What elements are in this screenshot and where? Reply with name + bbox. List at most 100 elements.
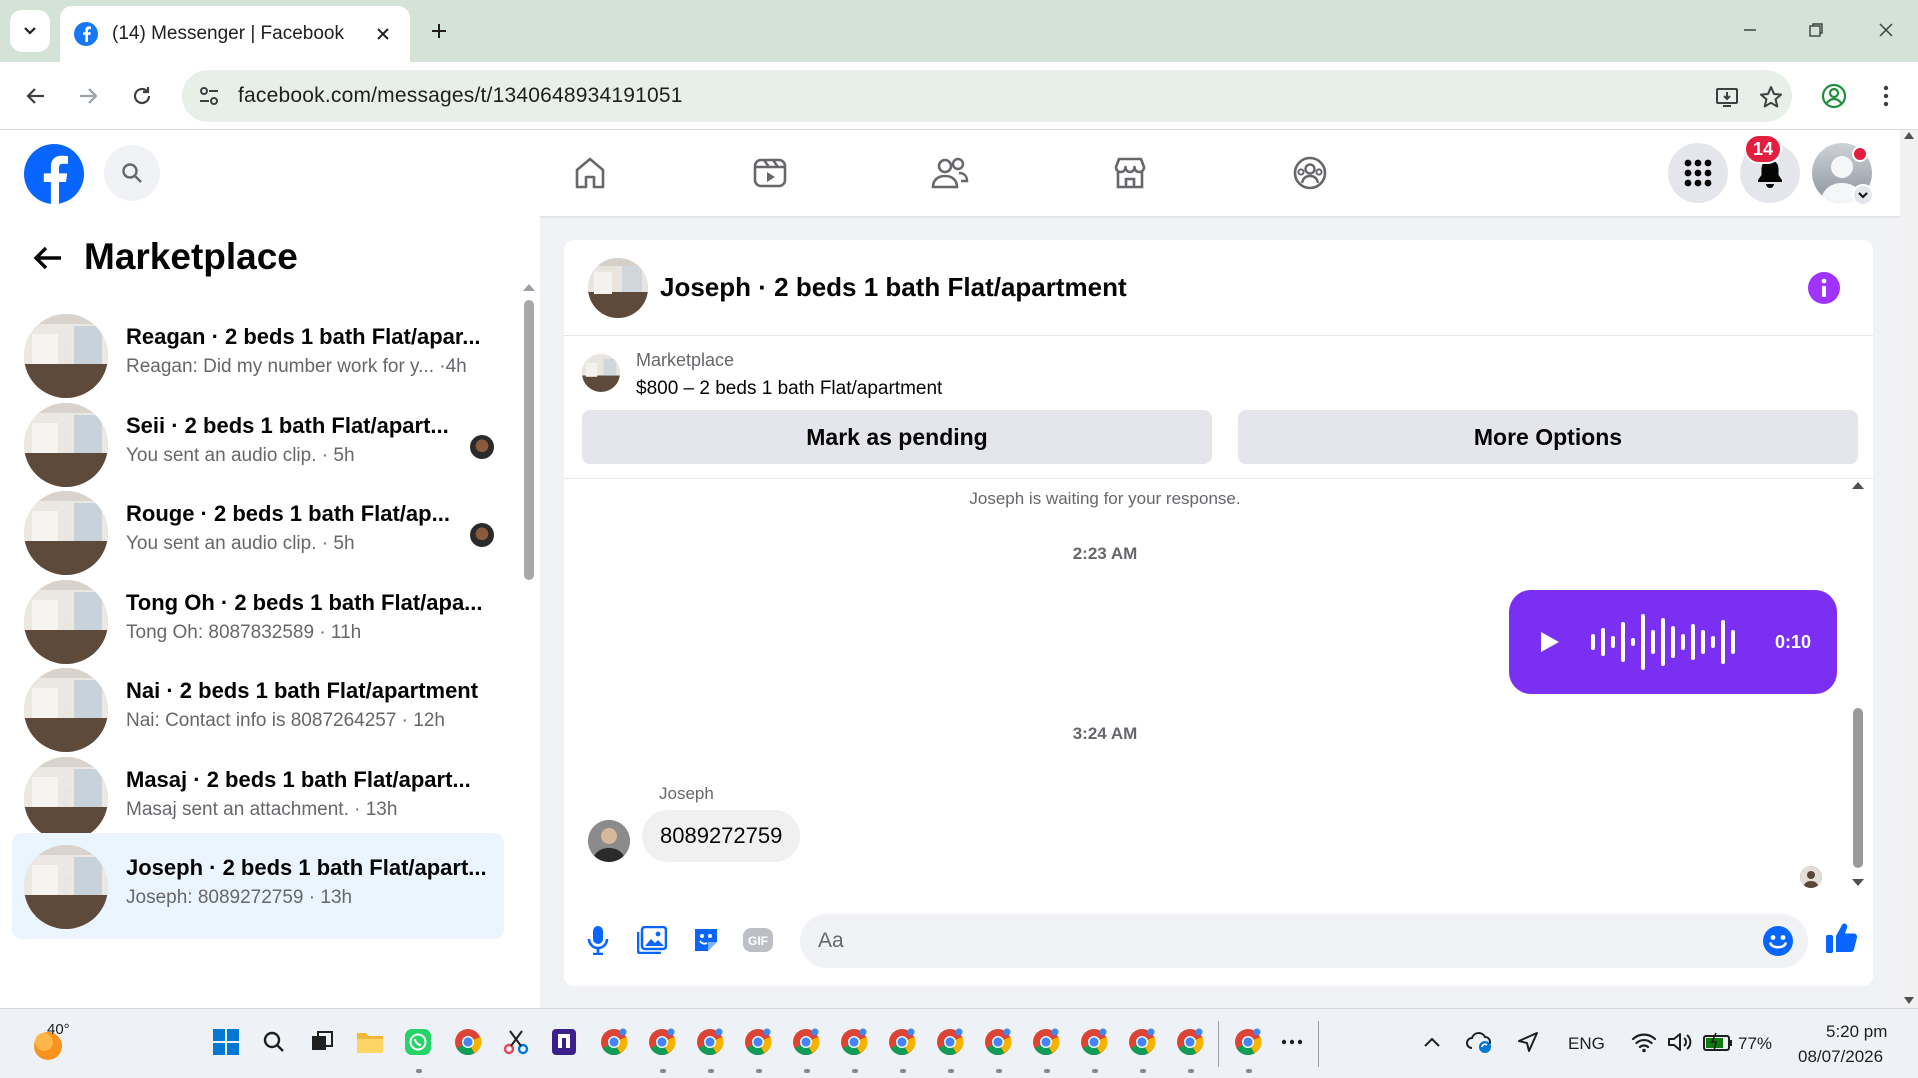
messages-scrollbar[interactable] xyxy=(1849,480,1867,886)
incoming-message[interactable]: 8089272759 xyxy=(642,810,801,862)
listing-thumbnail[interactable] xyxy=(582,354,620,392)
voice-clip-button[interactable] xyxy=(580,922,616,958)
scroll-up-icon[interactable] xyxy=(522,282,536,292)
chrome-button[interactable] xyxy=(450,1024,486,1060)
tab-title: (14) Messenger | Facebook xyxy=(112,23,344,44)
reload-button[interactable] xyxy=(122,76,162,116)
restore-icon xyxy=(1809,23,1823,37)
facebook-logo-icon[interactable] xyxy=(24,144,84,204)
chrome-window-button[interactable] xyxy=(1230,1024,1266,1060)
sidebar-scroll-thumb[interactable] xyxy=(524,300,534,580)
nav-friends[interactable] xyxy=(920,148,980,198)
nav-groups[interactable] xyxy=(1280,148,1340,198)
battery-status[interactable] xyxy=(1700,1024,1736,1060)
conversation-name: Joseph · 2 beds 1 bath Flat/apart... xyxy=(126,855,487,880)
like-button[interactable] xyxy=(1822,918,1862,958)
conversation-title[interactable]: Joseph · 2 beds 1 bath Flat/apartment xyxy=(660,272,1127,303)
back-to-chats-button[interactable] xyxy=(28,238,68,278)
file-explorer-button[interactable] xyxy=(352,1024,388,1060)
input-language[interactable]: ENG xyxy=(1568,1034,1605,1054)
chrome-window-button[interactable] xyxy=(980,1024,1016,1060)
more-apps-button[interactable] xyxy=(1274,1024,1310,1060)
task-view-button[interactable] xyxy=(304,1024,340,1060)
app-button[interactable] xyxy=(546,1024,582,1060)
scroll-down-icon[interactable] xyxy=(1851,878,1865,888)
chrome-window-button[interactable] xyxy=(1172,1024,1208,1060)
chrome-window-button[interactable] xyxy=(884,1024,920,1060)
conversation-avatar[interactable] xyxy=(588,258,648,318)
tab-close-button[interactable] xyxy=(370,21,396,47)
minimize-button[interactable] xyxy=(1730,12,1770,48)
address-bar[interactable]: facebook.com/messages/t/1340648934191051 xyxy=(182,70,1792,122)
close-window-button[interactable] xyxy=(1866,12,1906,48)
sender-avatar[interactable] xyxy=(588,820,630,862)
gif-button[interactable]: GIF xyxy=(740,922,776,958)
facebook-search-button[interactable] xyxy=(104,145,160,201)
url-text[interactable]: facebook.com/messages/t/1340648934191051 xyxy=(238,84,683,108)
volume-status[interactable] xyxy=(1662,1024,1698,1060)
install-app-icon[interactable] xyxy=(1712,82,1742,112)
chrome-window-button[interactable] xyxy=(1028,1024,1064,1060)
conversation-preview: Tong Oh: 8087832589 · 11h xyxy=(126,621,362,643)
bookmark-star-icon[interactable] xyxy=(1756,82,1786,112)
messages-scroll-thumb[interactable] xyxy=(1853,708,1863,868)
plus-icon xyxy=(432,24,446,38)
running-indicator xyxy=(1188,1069,1194,1073)
whatsapp-icon xyxy=(405,1029,431,1055)
start-button[interactable] xyxy=(208,1024,244,1060)
chrome-profile-icon xyxy=(841,1028,868,1056)
audio-message[interactable]: 0:10 xyxy=(1509,590,1837,694)
browser-menu-button[interactable] xyxy=(1866,76,1906,116)
mark-as-pending-button[interactable]: Mark as pending xyxy=(582,410,1212,464)
site-info-icon[interactable] xyxy=(196,83,222,109)
whatsapp-button[interactable] xyxy=(400,1024,436,1060)
chrome-window-button[interactable] xyxy=(596,1024,632,1060)
wifi-status[interactable] xyxy=(1626,1024,1662,1060)
message-input[interactable] xyxy=(800,914,1740,968)
emoji-button[interactable] xyxy=(1760,923,1796,959)
conversation-info-button[interactable] xyxy=(1808,272,1840,304)
scroll-up-icon[interactable] xyxy=(1851,480,1865,490)
chrome-window-button[interactable] xyxy=(1076,1024,1112,1060)
attach-photo-button[interactable] xyxy=(634,922,670,958)
read-receipt-avatar xyxy=(1800,866,1822,888)
clock-date[interactable]: 08/07/2026 xyxy=(1798,1047,1883,1067)
play-icon[interactable] xyxy=(1535,627,1565,657)
chrome-window-button[interactable] xyxy=(836,1024,872,1060)
chrome-window-button[interactable] xyxy=(740,1024,776,1060)
browser-tab[interactable]: (14) Messenger | Facebook xyxy=(60,6,410,62)
restore-button[interactable] xyxy=(1796,12,1836,48)
onedrive-button[interactable] xyxy=(1462,1024,1498,1060)
menu-button[interactable] xyxy=(1668,143,1728,203)
more-options-button[interactable]: More Options xyxy=(1238,410,1858,464)
scroll-down-icon[interactable] xyxy=(1903,996,1915,1006)
snipping-tool-button[interactable] xyxy=(498,1024,534,1060)
chrome-window-button[interactable] xyxy=(1124,1024,1160,1060)
running-indicator xyxy=(416,1069,422,1073)
conversation-item[interactable]: Joseph · 2 beds 1 bath Flat/apart... Jose… xyxy=(12,833,504,939)
taskbar-search-button[interactable] xyxy=(256,1024,292,1060)
profile-button[interactable] xyxy=(1814,76,1854,116)
marketplace-icon xyxy=(1114,157,1146,189)
sticker-button[interactable] xyxy=(688,922,724,958)
listing-title[interactable]: $800 – 2 beds 1 bath Flat/apartment xyxy=(636,378,942,400)
nav-marketplace[interactable] xyxy=(1100,148,1160,198)
back-button[interactable] xyxy=(16,76,56,116)
clock-time[interactable]: 5:20 pm xyxy=(1826,1022,1887,1042)
nav-home[interactable] xyxy=(560,148,620,198)
account-menu-button[interactable] xyxy=(1852,184,1874,206)
new-tab-button[interactable] xyxy=(422,14,456,48)
page-scrollbar[interactable] xyxy=(1900,130,1918,1008)
scroll-up-icon[interactable] xyxy=(1903,130,1915,140)
nav-video[interactable] xyxy=(740,148,800,198)
show-hidden-icons-button[interactable] xyxy=(1414,1024,1450,1060)
running-indicator xyxy=(1140,1069,1146,1073)
location-button[interactable] xyxy=(1510,1024,1546,1060)
tab-search-button[interactable] xyxy=(10,10,50,52)
sidebar-scrollbar[interactable] xyxy=(522,282,536,1002)
chrome-window-button[interactable] xyxy=(932,1024,968,1060)
chrome-window-button[interactable] xyxy=(788,1024,824,1060)
chrome-window-button[interactable] xyxy=(644,1024,680,1060)
chrome-window-button[interactable] xyxy=(692,1024,728,1060)
forward-button[interactable] xyxy=(68,76,108,116)
